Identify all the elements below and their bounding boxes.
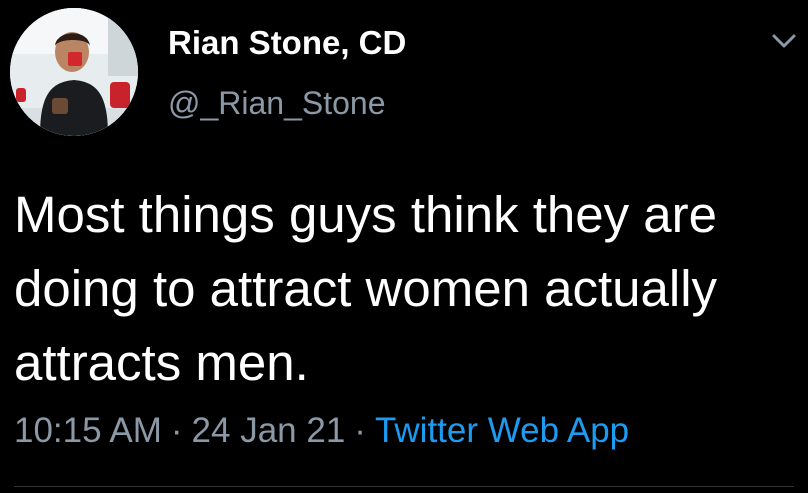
display-name[interactable]: Rian Stone, CD xyxy=(168,24,406,62)
tweet-text: Most things guys think they are doing to… xyxy=(14,186,718,391)
meta-separator: · xyxy=(170,411,183,450)
avatar[interactable] xyxy=(10,8,138,136)
chevron-down-icon[interactable] xyxy=(770,30,798,52)
user-handle[interactable]: @_Rian_Stone xyxy=(168,84,386,122)
divider xyxy=(14,486,794,487)
tweet-metadata: 10:15 AM · 24 Jan 21 · Twitter Web App xyxy=(14,410,629,452)
tweet-source-link[interactable]: Twitter Web App xyxy=(375,411,629,450)
tweet-time[interactable]: 10:15 AM xyxy=(14,411,162,450)
tweet-date[interactable]: 24 Jan 21 xyxy=(192,411,346,450)
profile-photo-icon xyxy=(10,8,138,136)
meta-separator: · xyxy=(354,411,366,450)
